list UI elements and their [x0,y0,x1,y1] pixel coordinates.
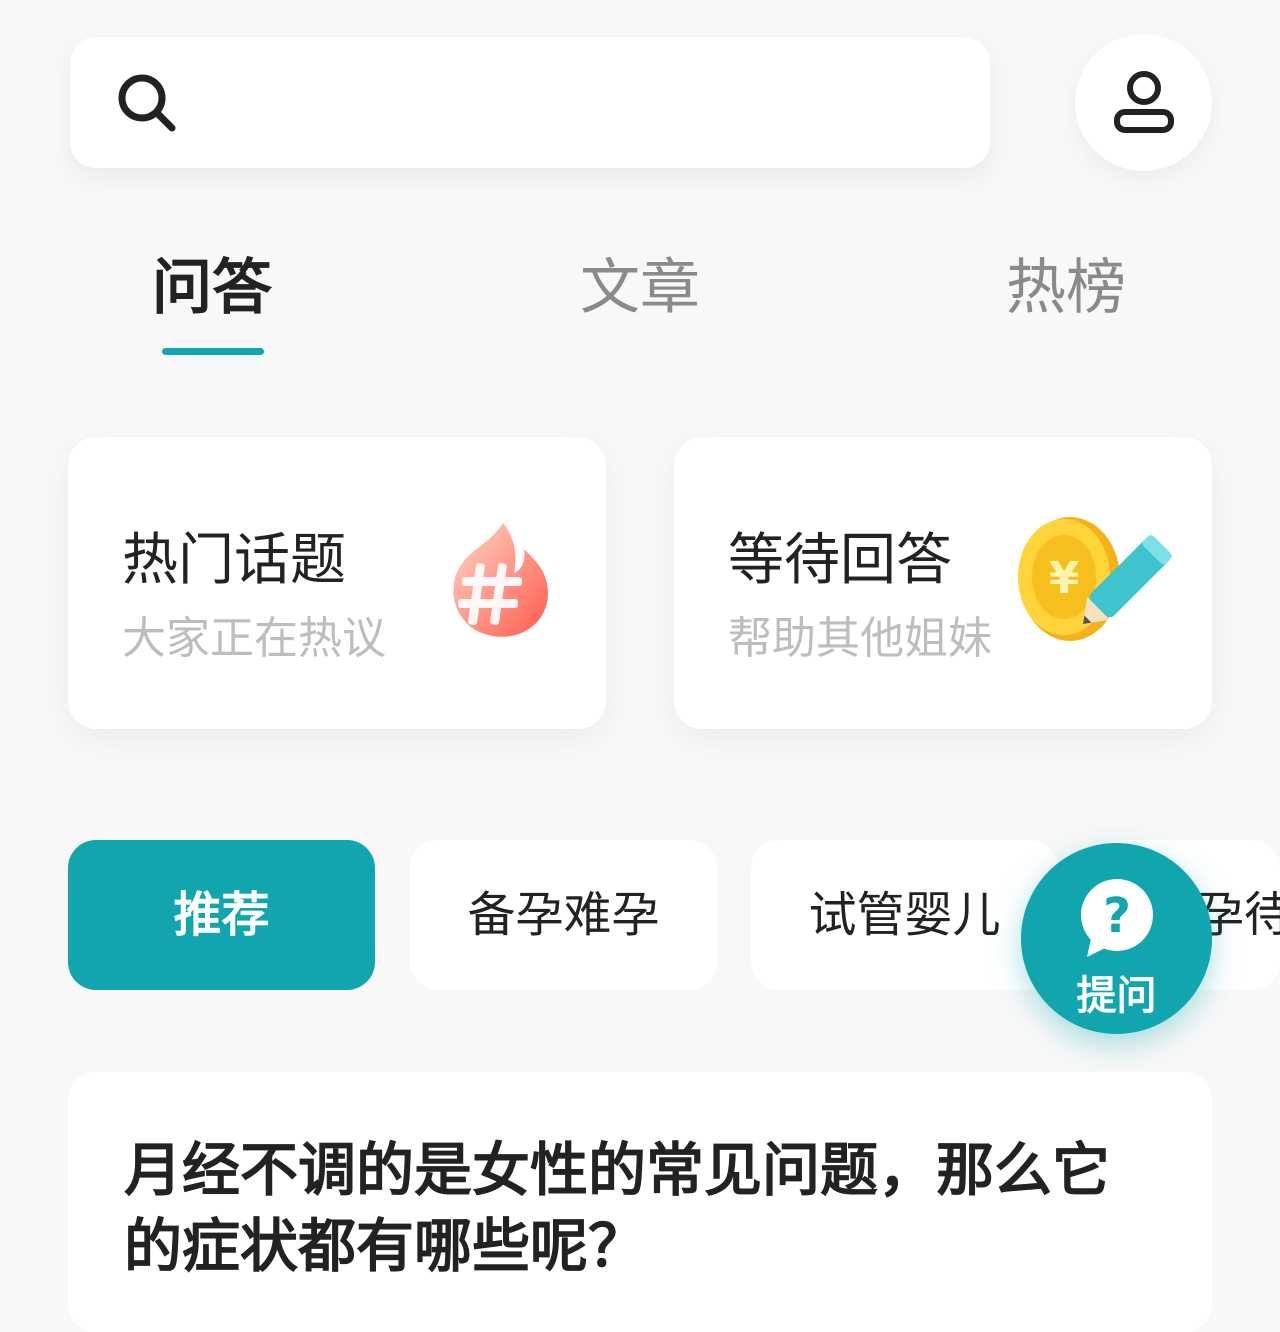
svg-text:?: ? [1103,888,1131,944]
waiting-answer-subtitle: 帮助其他姐妹 [728,613,992,664]
category-trying-to-conceive[interactable]: 备孕难孕 [410,840,717,990]
tab-articles[interactable]: 文章 [580,250,700,326]
search-input[interactable] [200,70,964,136]
tab-qa[interactable]: 问答 [152,250,272,326]
category-ivf[interactable]: 试管婴儿 [751,840,1058,990]
hot-topics-subtitle: 大家正在热议 [122,613,386,664]
profile-button[interactable] [1075,34,1212,171]
search-icon[interactable] [116,72,178,138]
ask-question-label: 提问 [1076,973,1157,1019]
tab-indicator [162,348,264,355]
tab-hot-list[interactable]: 热榜 [1006,250,1126,326]
coin-pencil-icon: ¥ [1018,517,1172,641]
user-icon [1114,71,1174,133]
post-title[interactable]: 月经不调的是女性的常见问题，那么它的症状都有哪些呢？ [124,1132,1134,1284]
waiting-answer-title: 等待回答 [728,528,952,593]
category-recommend[interactable]: 推荐 [68,840,375,990]
ask-question-button[interactable]: ? 提问 [1021,843,1212,1034]
svg-text:¥: ¥ [1049,553,1080,604]
waiting-answer-card[interactable]: 等待回答 帮助其他姐妹 ¥ [674,437,1212,729]
hot-topics-title: 热门话题 [122,528,346,593]
hot-topics-card[interactable]: 热门话题 大家正在热议 [68,437,606,729]
fire-hashtag-icon [453,523,548,637]
question-bubble-icon: ? [1081,879,1153,957]
post-card[interactable]: 月经不调的是女性的常见问题，那么它的症状都有哪些呢？ [68,1072,1212,1332]
